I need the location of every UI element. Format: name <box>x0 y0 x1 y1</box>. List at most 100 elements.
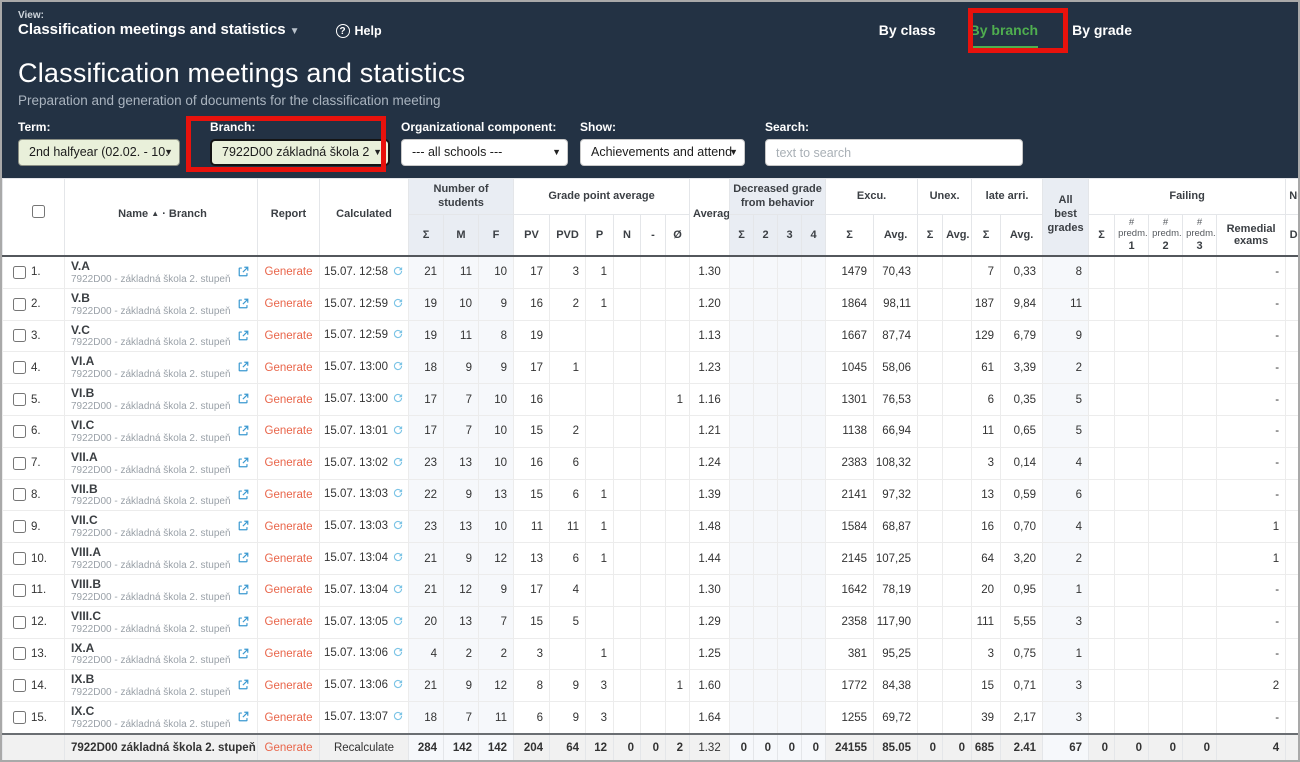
generate-link[interactable]: Generate <box>265 457 313 469</box>
row-checkbox[interactable] <box>13 520 26 533</box>
generate-link[interactable]: Generate <box>265 521 313 533</box>
col-header-behavior-2[interactable]: 2 <box>754 215 778 256</box>
col-header-name-branch[interactable]: Name ▲ · Branch <box>65 179 258 256</box>
tab-by-grade[interactable]: By grade <box>1072 22 1132 48</box>
row-checkbox[interactable] <box>13 711 26 724</box>
refresh-icon[interactable] <box>392 456 404 471</box>
refresh-icon[interactable] <box>392 710 404 725</box>
row-checkbox[interactable] <box>13 616 26 629</box>
refresh-icon[interactable] <box>392 551 404 566</box>
external-link-icon[interactable] <box>237 360 250 376</box>
external-link-icon[interactable] <box>237 647 250 663</box>
row-checkbox[interactable] <box>13 552 26 565</box>
generate-link[interactable]: Generate <box>265 425 313 437</box>
external-link-icon[interactable] <box>237 519 250 535</box>
external-link-icon[interactable] <box>237 710 250 726</box>
external-link-icon[interactable] <box>237 583 250 599</box>
col-header-p[interactable]: P <box>586 215 614 256</box>
row-checkbox[interactable] <box>13 425 26 438</box>
generate-link[interactable]: Generate <box>265 584 313 596</box>
external-link-icon[interactable] <box>237 424 250 440</box>
generate-link[interactable]: Generate <box>265 616 313 628</box>
refresh-icon[interactable] <box>392 646 404 661</box>
external-link-icon[interactable] <box>237 551 250 567</box>
generate-link[interactable]: Generate <box>265 489 313 501</box>
external-link-icon[interactable] <box>237 392 250 408</box>
col-header-unexcused-sum[interactable]: Σ <box>918 215 943 256</box>
show-select[interactable]: Achievements and attend ▼ <box>580 139 745 166</box>
generate-all-link[interactable]: Generate <box>265 742 313 754</box>
col-header-calculated[interactable]: Calculated <box>320 179 409 256</box>
refresh-icon[interactable] <box>392 360 404 375</box>
external-link-icon[interactable] <box>237 297 250 313</box>
col-header-pv[interactable]: PV <box>514 215 550 256</box>
external-link-icon[interactable] <box>237 329 250 345</box>
col-header-average[interactable]: Average <box>690 179 730 256</box>
col-header-behavior-4[interactable]: 4 <box>802 215 826 256</box>
row-checkbox[interactable] <box>13 361 26 374</box>
col-header-failing-3-subjects[interactable]: # predm.3 <box>1183 215 1217 256</box>
row-checkbox[interactable] <box>13 457 26 470</box>
refresh-icon[interactable] <box>392 392 404 407</box>
org-component-select[interactable]: --- all schools --- ▼ <box>401 139 568 166</box>
search-input[interactable] <box>765 139 1023 166</box>
row-checkbox[interactable] <box>13 266 26 279</box>
term-select[interactable]: 2nd halfyear (02.02. - 10. ▼ <box>18 139 180 166</box>
refresh-icon[interactable] <box>392 424 404 439</box>
generate-link[interactable]: Generate <box>265 362 313 374</box>
external-link-icon[interactable] <box>237 615 250 631</box>
row-checkbox[interactable] <box>13 488 26 501</box>
col-header-behavior-sum[interactable]: Σ <box>730 215 754 256</box>
generate-link[interactable]: Generate <box>265 394 313 406</box>
col-header-n[interactable]: N <box>614 215 641 256</box>
col-header-late-avg[interactable]: Avg. <box>1001 215 1043 256</box>
select-all-checkbox[interactable] <box>32 205 45 218</box>
col-header-students-sum[interactable]: Σ <box>409 215 444 256</box>
row-checkbox[interactable] <box>13 329 26 342</box>
col-header-all-best-grades[interactable]: All best grades <box>1043 179 1089 256</box>
col-header-behavior-3[interactable]: 3 <box>778 215 802 256</box>
refresh-icon[interactable] <box>392 265 404 280</box>
generate-link[interactable]: Generate <box>265 266 313 278</box>
row-checkbox[interactable] <box>13 298 26 311</box>
view-current-value[interactable]: Classification meetings and statistics▼ <box>18 21 300 38</box>
col-header-unexcused-avg[interactable]: Avg. <box>943 215 972 256</box>
col-header-failing-1-subject[interactable]: # predm.1 <box>1115 215 1149 256</box>
col-header-pvd[interactable]: PVD <box>550 215 586 256</box>
refresh-icon[interactable] <box>392 678 404 693</box>
generate-link[interactable]: Generate <box>265 712 313 724</box>
refresh-icon[interactable] <box>392 297 404 312</box>
refresh-icon[interactable] <box>392 615 404 630</box>
col-header-failing-sum[interactable]: Σ <box>1089 215 1115 256</box>
col-header-excused-avg[interactable]: Avg. <box>874 215 918 256</box>
row-checkbox[interactable] <box>13 647 26 660</box>
tab-by-class[interactable]: By class <box>879 22 936 48</box>
generate-link[interactable]: Generate <box>265 298 313 310</box>
recalculate-link[interactable]: Recalculate <box>334 742 394 754</box>
external-link-icon[interactable] <box>237 265 250 281</box>
generate-link[interactable]: Generate <box>265 680 313 692</box>
col-header-phi[interactable]: Ø <box>666 215 690 256</box>
col-header-students-female[interactable]: F <box>479 215 514 256</box>
row-checkbox[interactable] <box>13 393 26 406</box>
refresh-icon[interactable] <box>392 583 404 598</box>
col-header-dash[interactable]: - <box>641 215 666 256</box>
help-button[interactable]: ? Help <box>336 24 382 38</box>
external-link-icon[interactable] <box>237 456 250 472</box>
col-header-excused-sum[interactable]: Σ <box>826 215 874 256</box>
external-link-icon[interactable] <box>237 678 250 694</box>
row-checkbox[interactable] <box>13 584 26 597</box>
external-link-icon[interactable] <box>237 488 250 504</box>
refresh-icon[interactable] <box>392 328 404 343</box>
tab-by-branch[interactable]: By branch <box>970 22 1038 48</box>
view-switcher[interactable]: View: Classification meetings and statis… <box>18 10 300 38</box>
generate-link[interactable]: Generate <box>265 553 313 565</box>
col-header-students-male[interactable]: M <box>444 215 479 256</box>
col-header-late-sum[interactable]: Σ <box>972 215 1001 256</box>
col-header-remedial-exams[interactable]: Remedial exams <box>1217 215 1286 256</box>
generate-link[interactable]: Generate <box>265 648 313 660</box>
refresh-icon[interactable] <box>392 487 404 502</box>
row-checkbox[interactable] <box>13 679 26 692</box>
generate-link[interactable]: Generate <box>265 330 313 342</box>
refresh-icon[interactable] <box>392 519 404 534</box>
